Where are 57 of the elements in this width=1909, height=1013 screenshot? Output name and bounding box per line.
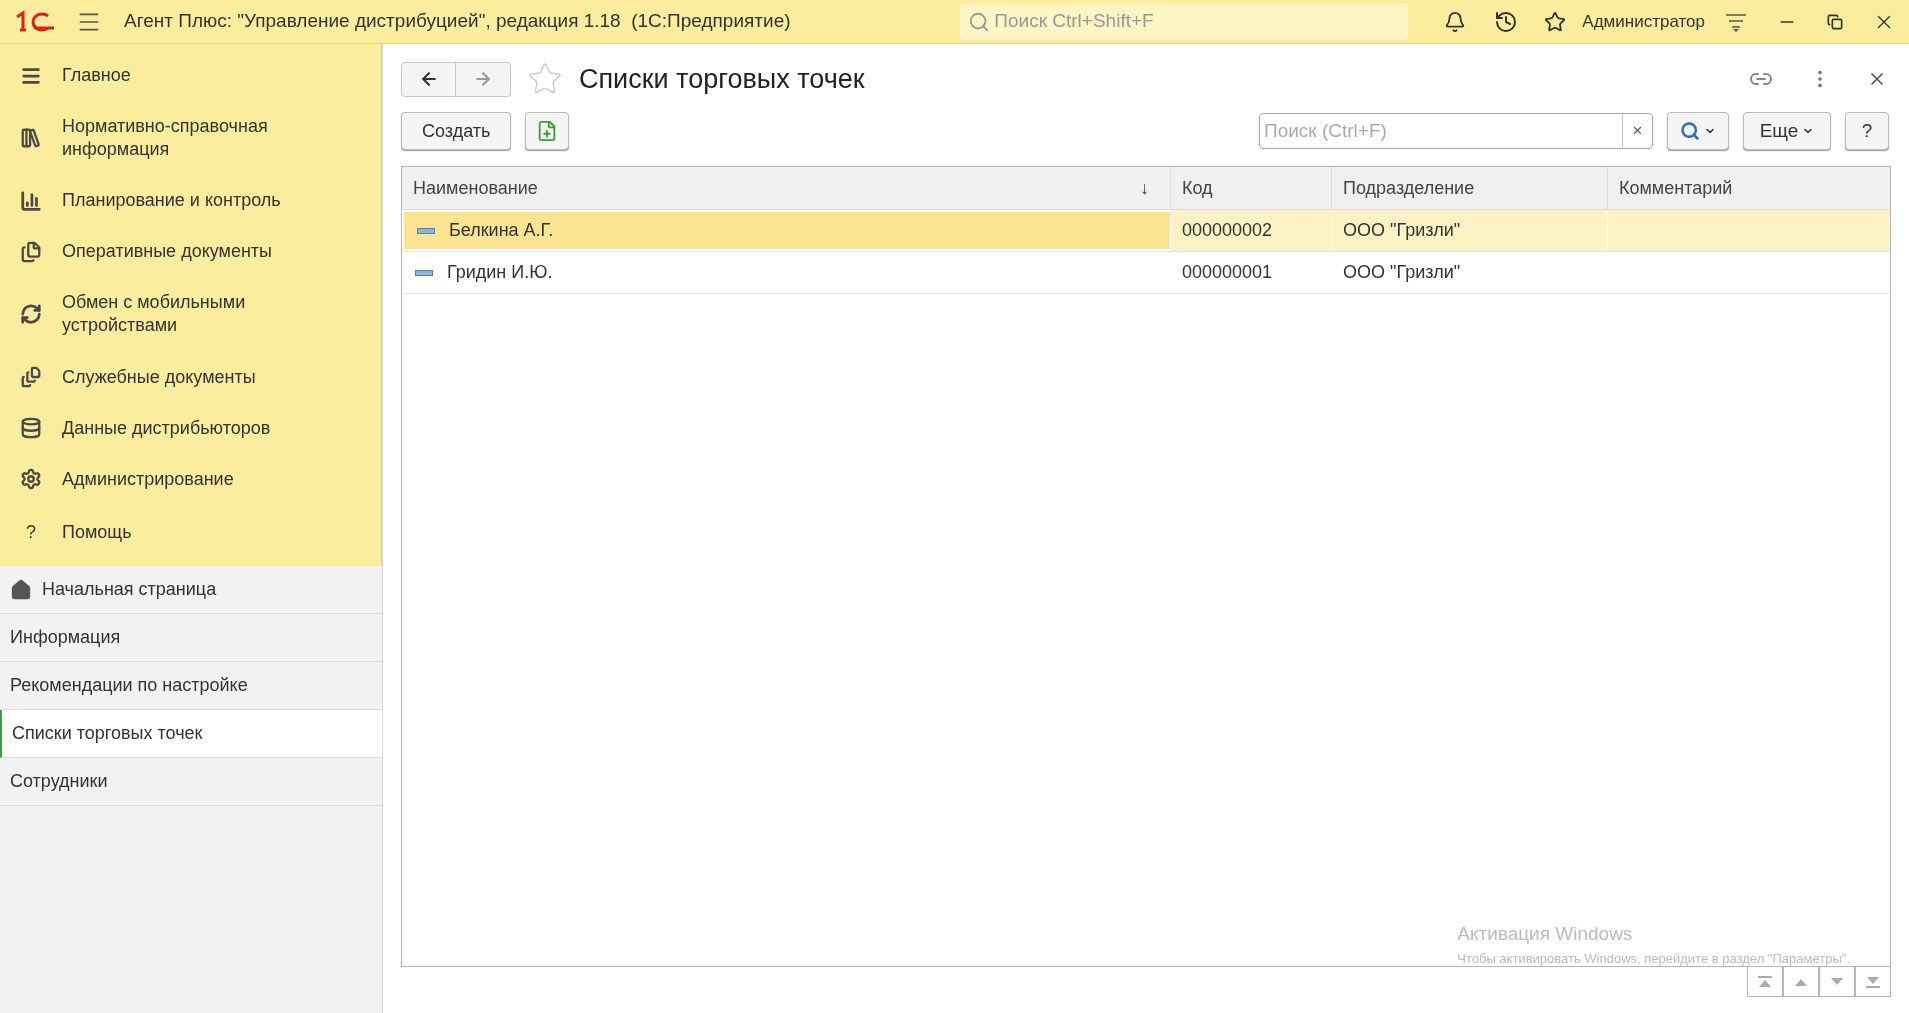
- more-button[interactable]: Еще: [1743, 112, 1831, 150]
- table-cell-text: 000000002: [1182, 219, 1273, 242]
- search-field[interactable]: Поиск (Ctrl+F) ×: [1259, 113, 1653, 149]
- section-item[interactable]: ? Помощь: [0, 514, 381, 550]
- add-document-button[interactable]: [525, 112, 570, 150]
- window-title: Агент Плюс: "Управление дистрибуцией", редакция 1.18 (1С:Предприятие): [124, 9, 791, 34]
- item-icon: [417, 227, 435, 234]
- bell-icon[interactable]: [1444, 10, 1467, 33]
- star-icon[interactable]: [1544, 10, 1567, 33]
- help-button[interactable]: ?: [1845, 112, 1889, 150]
- search-icon: [968, 10, 991, 33]
- filter-icon[interactable]: [1725, 11, 1747, 32]
- section-item[interactable]: Администрирование: [0, 463, 381, 495]
- table-cell-text: ООО "Гризли": [1343, 219, 1461, 242]
- column-header[interactable]: Комментарий: [1608, 167, 1890, 209]
- table-cell-text: ООО "Гризли": [1343, 261, 1461, 284]
- table-cell-text: 000000001: [1182, 261, 1273, 284]
- sort-arrow: ↓: [1140, 176, 1149, 200]
- section-item[interactable]: Данные дистрибьюторов: [0, 412, 381, 444]
- global-search-input[interactable]: Поиск Ctrl+Shift+F: [994, 7, 1401, 36]
- back-button[interactable]: [401, 61, 456, 97]
- open-page-tab[interactable]: Списки торговых точек: [0, 710, 382, 758]
- bar-chart-icon: [20, 189, 42, 212]
- section-item[interactable]: Главное: [0, 60, 381, 92]
- table-cell-text: Гридин И.Ю.: [447, 261, 553, 284]
- restore-icon[interactable]: [1827, 13, 1843, 30]
- column-header[interactable]: Наименование ↓: [402, 167, 1171, 209]
- table-row[interactable]: Белкина А.Г. 000000002 ООО "Гризли": [402, 210, 1890, 252]
- section-item[interactable]: Служебные документы: [0, 361, 381, 393]
- clear-search-button[interactable]: ×: [1622, 114, 1652, 148]
- section-item[interactable]: Оперативные документы: [0, 236, 381, 268]
- settings-icon: [20, 468, 42, 491]
- search-button[interactable]: [1667, 112, 1729, 150]
- column-header[interactable]: Подразделение: [1332, 167, 1608, 209]
- table-cell-text: Белкина А.Г.: [449, 219, 554, 242]
- activation-text: Чтобы активировать Windows, перейдите в раздел "Параметры".: [1457, 949, 1850, 968]
- documents-icon: [20, 366, 42, 389]
- form-title: Списки торговых точек: [579, 62, 865, 96]
- refresh-icon: [20, 303, 42, 326]
- column-header[interactable]: Код: [1171, 167, 1332, 209]
- activation-title: Активация Windows: [1457, 922, 1634, 946]
- item-icon: [415, 269, 433, 276]
- search-icon: [1680, 121, 1700, 141]
- help-icon: ?: [20, 518, 42, 546]
- jump-bottom-icon: [1865, 975, 1881, 988]
- create-button[interactable]: Создать: [401, 112, 512, 150]
- section-item[interactable]: Планирование и контроль: [0, 185, 381, 217]
- global-search-field[interactable]: Поиск Ctrl+Shift+F: [960, 3, 1409, 40]
- section-item[interactable]: Обмен с мобильными устройствами: [0, 287, 381, 342]
- documents-icon: [20, 240, 42, 263]
- section-item[interactable]: Нормативно-справочная информация: [0, 111, 381, 166]
- history-icon[interactable]: [1494, 9, 1519, 34]
- home-icon: [10, 578, 32, 601]
- database-icon: [20, 417, 42, 440]
- jump-top-icon: [1757, 975, 1773, 988]
- books-icon: [20, 127, 42, 150]
- user-name[interactable]: Администратор: [1582, 8, 1705, 35]
